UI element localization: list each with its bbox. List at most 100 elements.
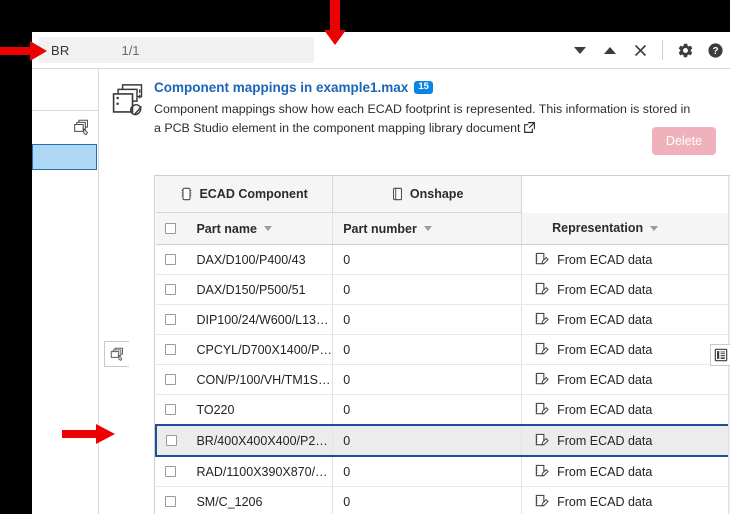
row-checkbox-icon[interactable] — [165, 496, 176, 507]
app-body: Component mappings in example1.max 15 Co… — [32, 69, 730, 514]
cell-part-number: 0 — [332, 274, 523, 305]
list-panel-icon — [714, 348, 727, 362]
cell-representation[interactable]: From ECAD data — [521, 486, 730, 514]
row-checkbox-cell[interactable] — [156, 394, 187, 426]
row-checkbox-icon[interactable] — [165, 314, 176, 325]
cell-part-number: 0 — [332, 486, 523, 514]
table-row[interactable]: CPCYL/D700X1400/P… 0 From ECAD data — [156, 334, 730, 365]
main-content: Component mappings in example1.max 15 Co… — [100, 69, 730, 514]
row-checkbox-cell[interactable] — [156, 334, 187, 365]
help-icon: ? — [707, 42, 723, 58]
cell-part-number-label: 0 — [343, 464, 351, 479]
cell-part-number-label: 0 — [343, 342, 351, 357]
list-panel-toggle[interactable] — [710, 344, 730, 366]
table-row[interactable]: SM/C_1206 0 From ECAD data — [156, 486, 730, 514]
cell-part-name-label: DIP100/24/W600/L13… — [196, 312, 329, 327]
settings-button[interactable] — [670, 37, 700, 63]
row-checkbox-cell[interactable] — [156, 304, 187, 335]
table-row[interactable]: DIP100/24/W600/L13… 0 From ECAD data — [156, 304, 730, 335]
cell-part-name: CON/P/100/VH/TM1S… — [186, 364, 334, 395]
search-match-count: 1/1 — [121, 42, 140, 58]
help-button[interactable]: ? — [700, 37, 730, 63]
cell-representation-label: From ECAD data — [557, 372, 653, 387]
row-checkbox-icon[interactable] — [165, 344, 176, 355]
row-checkbox-cell[interactable] — [156, 244, 187, 275]
column-header-select-all[interactable] — [156, 212, 187, 245]
cell-part-number: 0 — [332, 334, 523, 365]
cell-representation[interactable]: From ECAD data — [521, 244, 730, 275]
column-header-part-number[interactable]: Part number — [332, 212, 523, 245]
screenshot-root: BR 1/1 ? Component mappings in example1.… — [0, 0, 730, 514]
table-row[interactable]: TO220 0 From ECAD data — [156, 394, 730, 426]
cell-representation[interactable]: From ECAD data — [521, 304, 730, 335]
cell-representation[interactable]: From ECAD data — [521, 364, 730, 395]
cell-part-name: RAD/1100X390X870/… — [186, 456, 334, 487]
cell-part-number: 0 — [332, 394, 523, 426]
row-checkbox-cell[interactable] — [156, 486, 187, 514]
sidebar-top-section — [32, 69, 98, 111]
table-row[interactable]: DAX/D100/P400/43 0 From ECAD data — [156, 244, 730, 275]
find-close-button[interactable] — [625, 37, 655, 63]
table-row[interactable]: DAX/D150/P500/51 0 From ECAD data — [156, 274, 730, 305]
svg-text:?: ? — [712, 46, 718, 57]
annotation-arrow-find-next — [322, 0, 348, 46]
sidebar-item-selected[interactable] — [32, 144, 97, 170]
table-row[interactable]: BR/400X400X400/P2… 0 From ECAD data — [155, 424, 730, 457]
mappings-table: ECAD Component Onshape Part name Part nu… — [155, 176, 730, 514]
table-row[interactable]: RAD/1100X390X870/… 0 From ECAD data — [156, 456, 730, 487]
layers-icon — [110, 347, 123, 361]
cell-representation[interactable]: From ECAD data — [521, 274, 730, 305]
search-input-value: BR — [51, 42, 70, 58]
header-text-block: Component mappings in example1.max 15 Co… — [154, 78, 694, 138]
ecad-data-icon — [535, 464, 549, 477]
cell-representation[interactable]: From ECAD data — [521, 456, 730, 487]
chevron-up-icon — [604, 46, 616, 54]
component-mapping-icon-wrap — [100, 78, 154, 138]
content-header: Component mappings in example1.max 15 Co… — [100, 69, 730, 155]
ecad-data-icon — [535, 252, 549, 265]
sort-caret-icon — [263, 226, 272, 231]
table-body: DAX/D100/P400/43 0 From ECAD data DAX/D150/… — [155, 244, 730, 514]
group-header-onshape-label: Onshape — [409, 187, 464, 201]
part-icon — [392, 187, 402, 201]
row-checkbox-icon[interactable] — [165, 374, 176, 385]
row-checkbox-cell[interactable] — [155, 424, 187, 457]
cell-representation[interactable]: From ECAD data — [521, 424, 730, 457]
row-checkbox-icon[interactable] — [165, 284, 176, 295]
left-sidebar — [32, 69, 99, 514]
find-next-button[interactable] — [595, 37, 625, 63]
delete-button[interactable]: Delete — [652, 127, 716, 155]
row-checkbox-cell[interactable] — [156, 364, 187, 395]
cell-part-number: 0 — [332, 364, 523, 395]
row-checkbox-cell[interactable] — [156, 274, 187, 305]
external-link-icon[interactable] — [523, 121, 536, 134]
cell-part-name-label: DAX/D100/P400/43 — [196, 252, 306, 267]
chevron-down-icon — [574, 46, 586, 54]
column-header-row: Part name Part number Representation — [156, 212, 730, 245]
ecad-data-icon — [535, 494, 549, 507]
page-title[interactable]: Component mappings in example1.max — [154, 80, 408, 95]
table-row[interactable]: CON/P/100/VH/TM1S… 0 From ECAD data — [156, 364, 730, 395]
row-checkbox-icon[interactable] — [165, 404, 176, 415]
cell-part-number: 0 — [332, 456, 523, 487]
cell-part-name-label: CPCYL/D700X1400/P… — [196, 342, 332, 357]
group-header-row: ECAD Component Onshape — [156, 176, 730, 213]
select-all-checkbox-icon[interactable] — [165, 223, 176, 234]
search-input[interactable]: BR 1/1 — [39, 37, 314, 63]
sidebar-icon-row[interactable] — [32, 111, 98, 144]
sort-caret-icon — [650, 225, 659, 231]
layers-panel-toggle[interactable] — [104, 341, 129, 367]
cell-part-name-label: TO220 — [196, 402, 235, 417]
row-checkbox-icon[interactable] — [165, 254, 176, 265]
toolbar-divider — [662, 40, 663, 60]
column-header-representation[interactable]: Representation — [521, 212, 730, 245]
column-header-part-name[interactable]: Part name — [186, 212, 334, 245]
cell-representation[interactable]: From ECAD data — [521, 394, 730, 426]
find-previous-button[interactable] — [565, 37, 595, 63]
cell-representation[interactable]: From ECAD data — [521, 334, 730, 365]
row-checkbox-icon[interactable] — [166, 435, 177, 446]
row-checkbox-cell[interactable] — [156, 456, 187, 487]
cell-representation-label: From ECAD data — [557, 312, 653, 327]
row-checkbox-icon[interactable] — [165, 466, 176, 477]
component-mappings-table: ECAD Component Onshape Part name Part nu… — [154, 175, 730, 514]
